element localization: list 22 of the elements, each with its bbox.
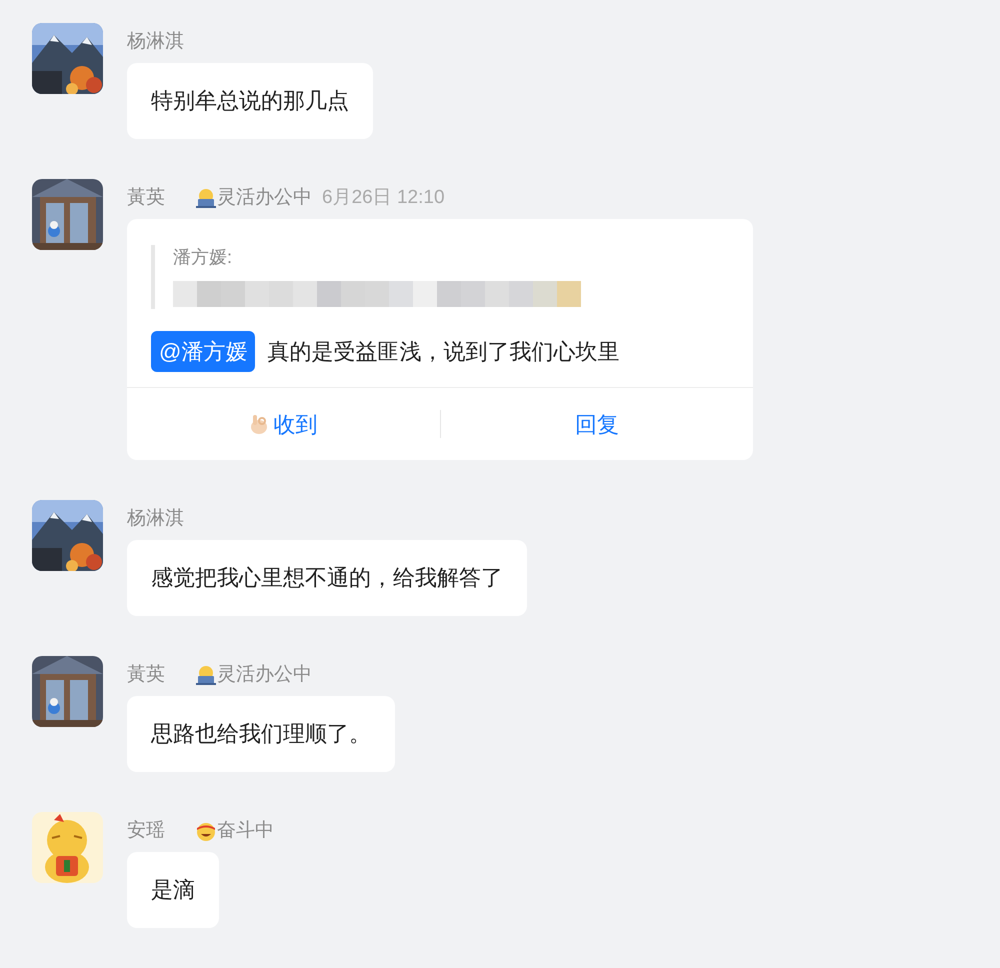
laptop-emoji-icon xyxy=(195,187,217,209)
laptop-emoji-icon xyxy=(195,664,217,686)
message-bubble: 感觉把我心里想不通的，给我解答了 xyxy=(127,540,527,616)
headband-emoji-icon xyxy=(195,820,217,842)
reply-button[interactable]: 回复 xyxy=(574,408,619,440)
sender-name: 安瑶 xyxy=(127,818,165,843)
status-text: 奋斗中 xyxy=(217,818,274,843)
status-text: 灵活办公中 xyxy=(217,662,312,687)
message-bubble: 是滴 xyxy=(127,852,219,928)
quote-author: 潘方媛: xyxy=(173,246,234,269)
sender-name: 黃英 xyxy=(127,662,165,687)
timestamp: 6月26日 12:10 xyxy=(322,186,445,210)
hand-icon xyxy=(249,413,270,435)
sender-name: 黃英 xyxy=(127,186,165,210)
sender-name: 杨淋淇 xyxy=(127,30,184,54)
message-bubble: 思路也给我们理顺了。 xyxy=(127,696,395,772)
mention-tag: @潘方媛 xyxy=(151,331,256,372)
sender-name: 杨淋淇 xyxy=(127,506,184,531)
status-text: 灵活办公中 xyxy=(217,186,312,210)
ack-button[interactable]: 收到 xyxy=(249,408,318,440)
message-bubble: 特别牟总说的那几点 xyxy=(127,63,373,139)
message-text: 真的是受益匪浅，说到了我们心坎里 xyxy=(267,338,620,366)
